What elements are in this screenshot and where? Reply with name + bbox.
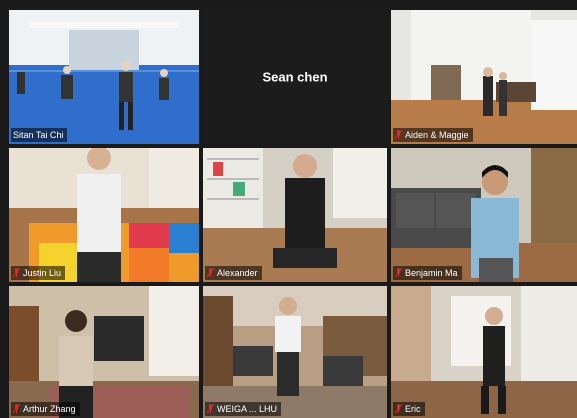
participant-name: Benjamin Ma [405,268,458,278]
participant-name: WEIGA ... LHU [217,404,278,414]
muted-mic-icon [395,268,402,278]
participant-name: Sitan Tai Chi [13,130,64,140]
participant-video [9,286,199,418]
participant-name: Alexander [217,268,258,278]
muted-mic-icon [395,130,402,140]
video-tile-sean-chen[interactable]: Sean chen [203,10,387,144]
participant-name: Aiden & Maggie [405,130,469,140]
participant-name-tag: Arthur Zhang [11,402,80,416]
participant-name-tag: Justin Liu [11,266,66,280]
participant-name: Arthur Zhang [23,404,76,414]
muted-mic-icon [395,404,402,414]
muted-mic-icon [13,404,20,414]
video-tile-weiga[interactable]: WEIGA ... LHU [203,286,387,418]
participant-name-tag: Benjamin Ma [393,266,462,280]
participant-name-tag: Aiden & Maggie [393,128,473,142]
participant-video [9,148,199,282]
video-tile-benjamin-ma[interactable]: Benjamin Ma [391,148,577,282]
participant-video [203,148,387,282]
participant-video [9,10,199,144]
participant-video [391,148,577,282]
video-tile-alexander[interactable]: Alexander [203,148,387,282]
muted-mic-icon [207,404,214,414]
video-tile-justin-liu[interactable]: Justin Liu [9,148,199,282]
participant-name: Justin Liu [23,268,62,278]
video-tile-arthur-zhang[interactable]: Arthur Zhang [9,286,199,418]
video-tile-sitan-tai-chi[interactable]: Sitan Tai Chi [9,10,199,144]
muted-mic-icon [207,268,214,278]
video-tile-aiden-maggie[interactable]: Aiden & Maggie [391,10,577,144]
participant-video [391,10,577,144]
participant-name-tag: Alexander [205,266,262,280]
participant-name-placeholder: Sean chen [262,69,328,85]
participant-name: Eric [405,404,421,414]
participant-video [391,286,577,418]
gallery-view: Sitan Tai Chi Sean chen Aiden & Maggie J… [0,0,577,418]
participant-name-tag: Eric [393,402,425,416]
muted-mic-icon [13,268,20,278]
participant-name-tag: WEIGA ... LHU [205,402,282,416]
participant-name-tag: Sitan Tai Chi [11,128,68,142]
video-tile-eric[interactable]: Eric [391,286,577,418]
participant-video [203,286,387,418]
